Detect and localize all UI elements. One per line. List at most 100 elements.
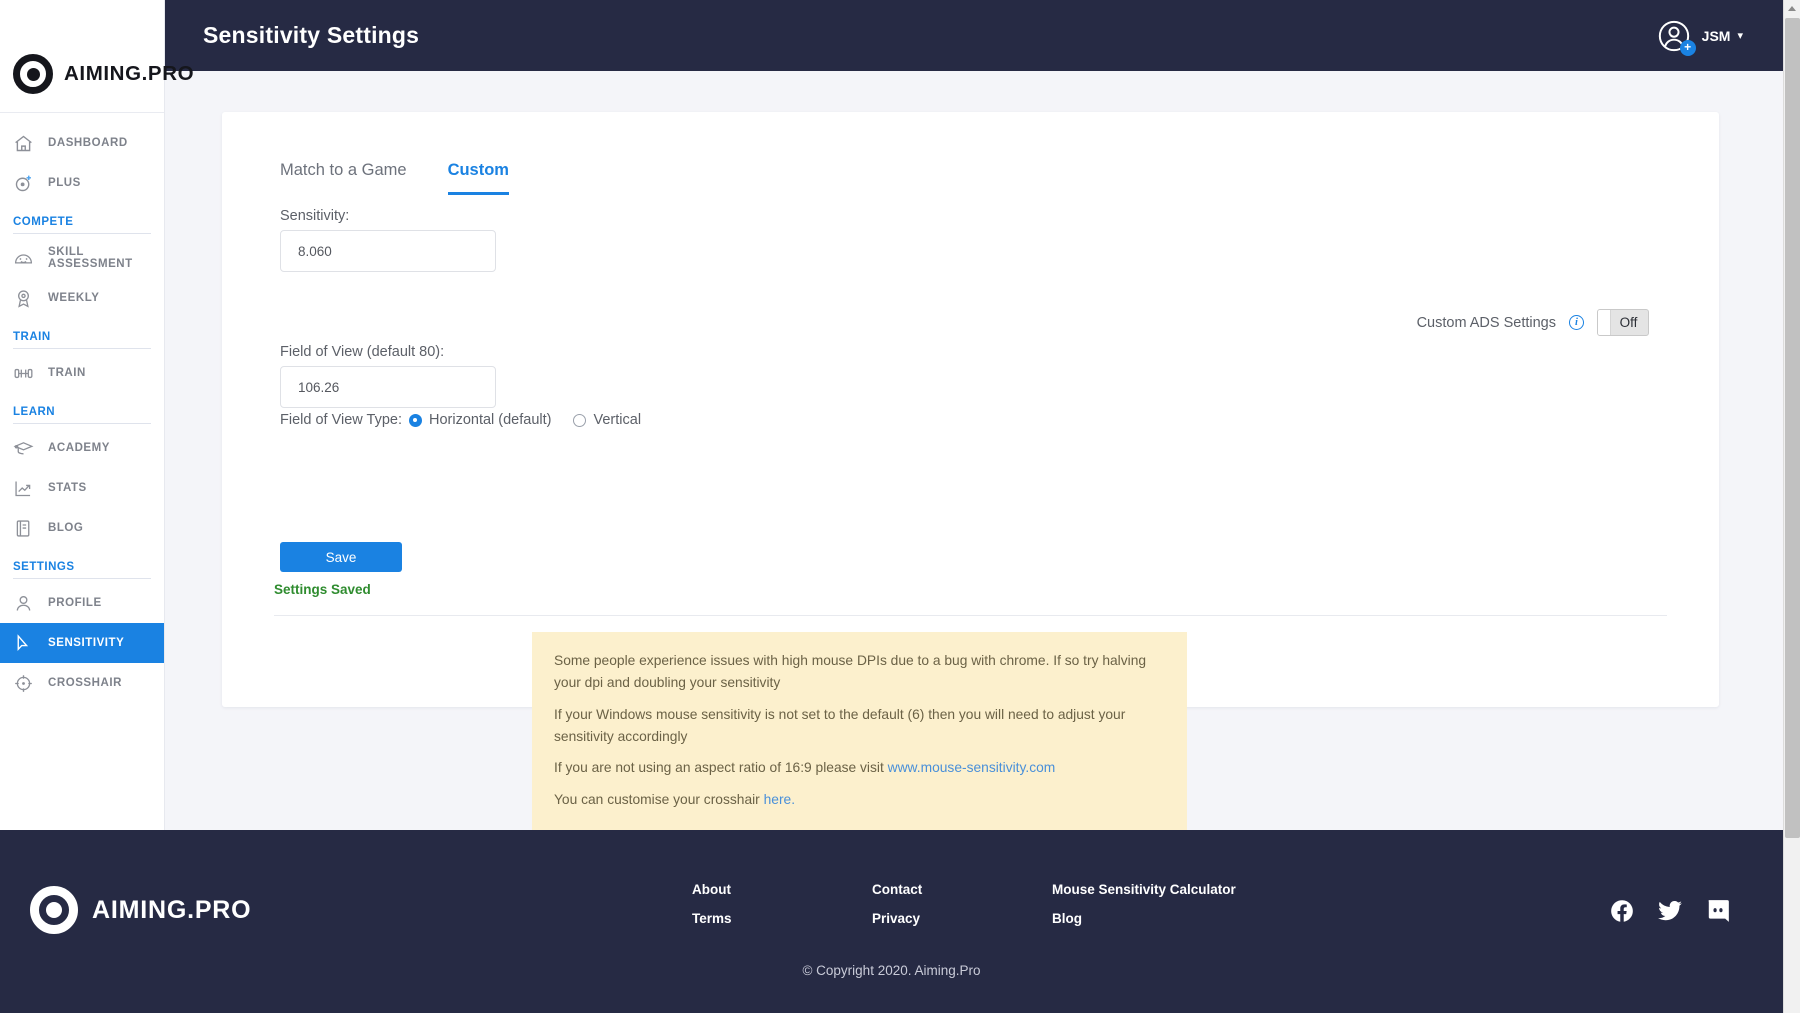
custom-ads-settings: Custom ADS Settings i Off (1417, 309, 1649, 336)
sidebar-item-label: WEEKLY (48, 292, 99, 304)
sidebar-logo[interactable]: AIMING.PRO (0, 0, 164, 112)
notice-line-4-text: You can customise your crosshair (554, 792, 764, 807)
twitter-icon[interactable] (1657, 898, 1683, 924)
main-content: Match to a Game Custom Sensitivity: Fiel… (165, 71, 1783, 830)
radio-vertical-label: Vertical (593, 412, 641, 428)
sidebar-item-dashboard[interactable]: DASHBOARD (0, 123, 164, 163)
fov-type-row: Field of View Type: Horizontal (default)… (280, 412, 663, 428)
settings-card: Match to a Game Custom Sensitivity: Fiel… (222, 112, 1719, 707)
notice-line-3-text: If you are not using an aspect ratio of … (554, 760, 888, 775)
page-title: Sensitivity Settings (203, 22, 419, 49)
sidebar-item-label: TRAIN (48, 367, 86, 379)
sidebar-item-train[interactable]: TRAIN (0, 353, 164, 393)
footer-link-terms[interactable]: Terms (692, 911, 872, 926)
scrollbar-thumb[interactable] (1785, 18, 1800, 838)
graduation-cap-icon (13, 438, 34, 459)
fov-input[interactable] (280, 366, 496, 408)
radio-horizontal[interactable] (409, 414, 422, 427)
discord-icon[interactable] (1705, 898, 1731, 924)
radio-vertical[interactable] (573, 414, 586, 427)
sidebar-item-label: SKILL ASSESSMENT (48, 246, 164, 270)
plus-target-icon (13, 173, 34, 194)
footer-logo[interactable]: AIMING.PRO (30, 886, 251, 934)
book-icon (13, 518, 34, 539)
settings-tabs: Match to a Game Custom (280, 161, 509, 195)
footer-copyright: © Copyright 2020. Aiming.Pro (0, 963, 1783, 978)
sidebar-group-train: TRAIN (0, 331, 164, 353)
target-ring-icon (30, 886, 78, 934)
sidebar-item-label: ACADEMY (48, 442, 110, 454)
user-menu[interactable]: + JSM ▾ (1657, 19, 1743, 53)
line-chart-icon (13, 478, 34, 499)
custom-ads-toggle[interactable]: Off (1597, 309, 1649, 336)
sensitivity-input[interactable] (280, 230, 496, 272)
fov-label: Field of View (default 80): (280, 344, 444, 360)
cursor-icon (13, 633, 34, 654)
sensitivity-label: Sensitivity: (280, 208, 349, 224)
sidebar-item-stats[interactable]: STATS (0, 468, 164, 508)
user-icon (13, 593, 34, 614)
fov-type-option-vertical[interactable]: Vertical (573, 412, 641, 428)
sidebar-item-label: STATS (48, 482, 87, 494)
footer-link-about[interactable]: About (692, 882, 872, 897)
target-ring-icon (13, 54, 53, 94)
footer-link-contact[interactable]: Contact (872, 882, 1052, 897)
sidebar-item-label: DASHBOARD (48, 137, 128, 149)
footer-link-mouse-sensitivity-calculator[interactable]: Mouse Sensitivity Calculator (1052, 882, 1272, 897)
section-divider (274, 615, 1667, 616)
footer-brand-name: AIMING.PRO (92, 896, 251, 925)
avatar-add-badge[interactable]: + (1680, 40, 1696, 56)
gauge-icon (13, 248, 34, 269)
brand-name: AIMING.PRO (64, 62, 194, 86)
footer-links: About Terms Contact Privacy Mouse Sensit… (692, 882, 1272, 940)
sidebar-group-title: SETTINGS (13, 561, 151, 578)
scrollbar-up-arrow-icon[interactable] (1784, 0, 1800, 17)
page-footer: AIMING.PRO About Terms Contact Privacy M… (0, 830, 1783, 1013)
page-scrollbar[interactable] (1783, 0, 1800, 1013)
sidebar-item-profile[interactable]: PROFILE (0, 583, 164, 623)
fov-type-option-horizontal[interactable]: Horizontal (default) (409, 412, 552, 428)
sidebar: AIMING.PRO DASHBOARD PLUS COMPETE SKILL … (0, 0, 165, 830)
sidebar-item-label: SENSITIVITY (48, 637, 124, 649)
facebook-icon[interactable] (1609, 898, 1635, 924)
sidebar-item-skill-assessment[interactable]: SKILL ASSESSMENT (0, 238, 164, 278)
top-header: Sensitivity Settings + JSM ▾ (165, 0, 1783, 71)
sidebar-group-title: LEARN (13, 406, 151, 423)
sidebar-item-academy[interactable]: ACADEMY (0, 428, 164, 468)
sidebar-item-sensitivity[interactable]: SENSITIVITY (0, 623, 164, 663)
user-avatar-icon: + (1657, 19, 1691, 53)
sidebar-item-crosshair[interactable]: CROSSHAIR (0, 663, 164, 703)
notice-line-1: Some people experience issues with high … (554, 650, 1165, 695)
crosshair-icon (13, 673, 34, 694)
mouse-sensitivity-link[interactable]: www.mouse-sensitivity.com (888, 760, 1056, 775)
home-icon (13, 133, 34, 154)
notice-box: Some people experience issues with high … (532, 632, 1187, 830)
award-ribbon-icon (13, 288, 34, 309)
toggle-knob (1598, 310, 1611, 335)
footer-column-3: Mouse Sensitivity Calculator Blog (1052, 882, 1272, 940)
footer-link-blog[interactable]: Blog (1052, 911, 1272, 926)
footer-link-privacy[interactable]: Privacy (872, 911, 1052, 926)
radio-horizontal-label: Horizontal (default) (429, 412, 552, 428)
sidebar-group-learn: LEARN (0, 406, 164, 428)
sidebar-item-label: BLOG (48, 522, 83, 534)
footer-social-links (1609, 898, 1731, 924)
info-icon[interactable]: i (1569, 315, 1584, 330)
sidebar-item-blog[interactable]: BLOG (0, 508, 164, 548)
footer-column-2: Contact Privacy (872, 882, 1052, 940)
tab-custom[interactable]: Custom (448, 161, 509, 195)
notice-line-4: You can customise your crosshair here. (554, 789, 1165, 811)
save-button[interactable]: Save (280, 542, 402, 572)
sidebar-item-weekly[interactable]: WEEKLY (0, 278, 164, 318)
sidebar-item-plus[interactable]: PLUS (0, 163, 164, 203)
sidebar-group-title: COMPETE (13, 216, 151, 233)
custom-ads-label: Custom ADS Settings (1417, 315, 1556, 331)
crosshair-here-link[interactable]: here. (764, 792, 795, 807)
user-name: JSM (1702, 28, 1731, 44)
dumbbell-icon (13, 363, 34, 384)
sidebar-group-title: TRAIN (13, 331, 151, 348)
sidebar-item-label: PROFILE (48, 597, 102, 609)
notice-line-2: If your Windows mouse sensitivity is not… (554, 704, 1165, 749)
tab-match-to-a-game[interactable]: Match to a Game (280, 161, 407, 195)
chevron-down-icon[interactable]: ▾ (1737, 29, 1743, 42)
